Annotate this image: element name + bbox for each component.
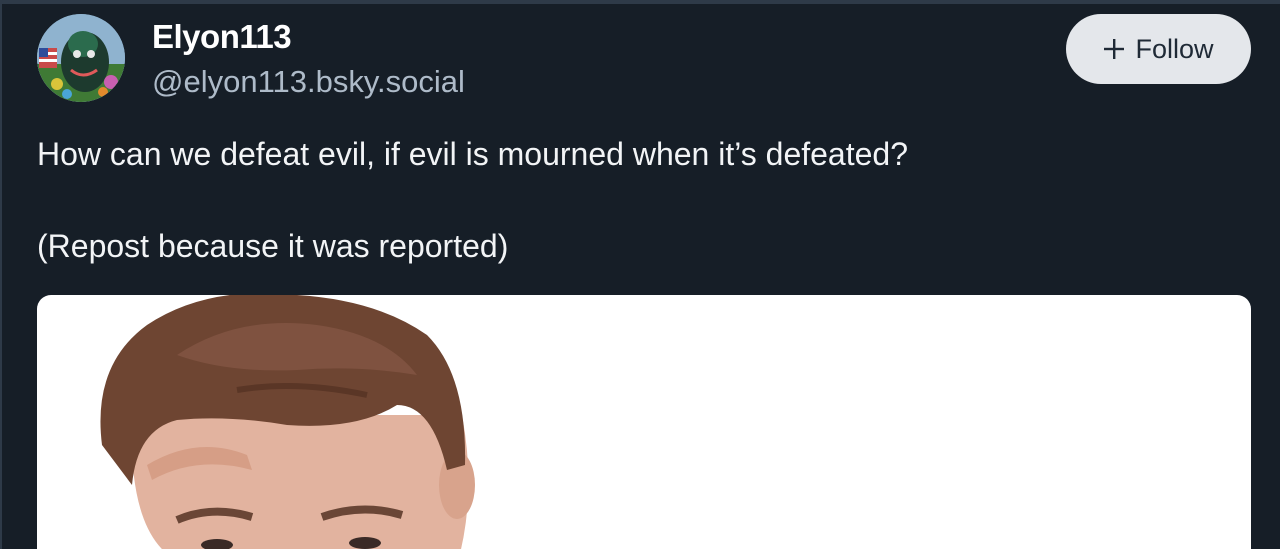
top-divider	[0, 0, 1280, 4]
post-text-line: (Repost because it was reported)	[37, 228, 509, 264]
author-handle[interactable]: @elyon113.bsky.social	[152, 64, 465, 100]
follow-button[interactable]: Follow	[1066, 14, 1251, 84]
portrait-photo	[100, 295, 475, 549]
left-divider	[0, 0, 2, 549]
author-display-name[interactable]: Elyon113	[152, 18, 292, 56]
post-image[interactable]	[37, 295, 1251, 549]
avatar[interactable]	[37, 14, 125, 102]
plus-icon	[1103, 38, 1125, 60]
avatar-image	[37, 14, 125, 102]
post-text-line: How can we defeat evil, if evil is mourn…	[37, 136, 908, 172]
follow-button-label: Follow	[1135, 33, 1214, 64]
